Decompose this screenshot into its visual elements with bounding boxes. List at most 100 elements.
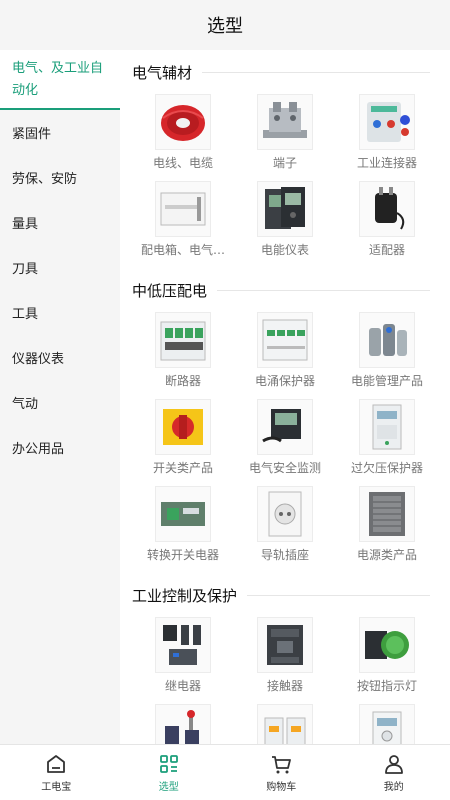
product-category-panel: 电气辅材 电线、电缆 端子 工业连接器 配电箱、电气… 电能仪表 适配器 中低压… <box>120 50 450 744</box>
section-title: 中低压配电 <box>132 281 208 300</box>
tab-label: 我的 <box>383 781 404 793</box>
tab-cart[interactable]: 购物车 <box>225 745 338 800</box>
category-surge-protector[interactable]: 电涌保护器 <box>234 312 336 399</box>
category-rail-socket[interactable]: 导轨插座 <box>234 486 336 573</box>
tab-selection[interactable]: 选型 <box>113 745 226 800</box>
category-energy-meter[interactable]: 电能仪表 <box>234 181 336 268</box>
home-icon <box>47 754 66 773</box>
tab-label: 工电宝 <box>41 781 72 793</box>
adapter-icon <box>359 181 415 237</box>
limit-switch-icon <box>155 704 211 744</box>
category-label: 电能仪表 <box>260 243 309 257</box>
sidebar-item-label: 电气、及工业自动化 <box>12 61 104 98</box>
motor-starter-icon <box>257 704 313 744</box>
category-label: 转换开关电器 <box>146 548 219 562</box>
energy-management-icon <box>359 312 415 368</box>
category-label: 断路器 <box>164 374 201 388</box>
category-adapter[interactable]: 适配器 <box>336 181 438 268</box>
contactor-icon <box>257 617 313 673</box>
category-label: 端子 <box>272 156 297 170</box>
category-label: 继电器 <box>164 679 201 693</box>
category-label: 工业连接器 <box>356 156 417 170</box>
category-label: 电气安全监测 <box>248 461 321 475</box>
section-divider <box>247 594 430 596</box>
category-industrial-connector[interactable]: 工业连接器 <box>336 94 438 181</box>
sidebar-item-pneumatics[interactable]: 气动 <box>0 380 120 425</box>
sidebar-item-tools[interactable]: 工具 <box>0 290 120 335</box>
sidebar-item-gauges[interactable]: 量具 <box>0 200 120 245</box>
category-motor-starter[interactable] <box>234 704 336 744</box>
category-limit-switch[interactable] <box>132 704 234 744</box>
top-bar: 选型 <box>0 0 450 50</box>
relay-icon <box>155 617 211 673</box>
category-label: 电涌保护器 <box>254 374 315 388</box>
switch-icon <box>155 399 211 455</box>
page-title: 选型 <box>207 16 243 37</box>
industrial-connector-icon <box>359 94 415 150</box>
section-electrical-accessories: 电气辅材 电线、电缆 端子 工业连接器 配电箱、电气… 电能仪表 适配器 <box>120 50 450 268</box>
category-switch[interactable]: 开关类产品 <box>132 399 234 486</box>
category-cable[interactable]: 电线、电缆 <box>132 94 234 181</box>
category-voltage-protector[interactable]: 过欠压保护器 <box>336 399 438 486</box>
red-cable-icon <box>155 94 211 150</box>
section-title: 电气辅材 <box>132 63 193 82</box>
category-safety-monitor[interactable]: 电气安全监测 <box>234 399 336 486</box>
push-button-icon <box>359 617 415 673</box>
category-circuit-breaker[interactable]: 断路器 <box>132 312 234 399</box>
category-energy-management[interactable]: 电能管理产品 <box>336 312 438 399</box>
tab-home[interactable]: 工电宝 <box>0 745 113 800</box>
section-title: 工业控制及保护 <box>132 586 238 605</box>
energy-meter-icon <box>257 181 313 237</box>
category-terminal[interactable]: 端子 <box>234 94 336 181</box>
timer-relay-icon <box>359 704 415 744</box>
section-header: 工业控制及保护 <box>132 573 438 617</box>
sidebar-item-cutting-tools[interactable]: 刀具 <box>0 245 120 290</box>
sidebar-item-safety[interactable]: 劳保、安防 <box>0 155 120 200</box>
category-label: 开关类产品 <box>152 461 213 475</box>
sidebar-item-electrical[interactable]: 电气、及工业自动化 <box>0 50 120 110</box>
category-sidebar: 电气、及工业自动化 紧固件 劳保、安防 量具 刀具 工具 仪器仪表 气动 办公用… <box>0 50 120 744</box>
section-header: 中低压配电 <box>132 268 438 312</box>
tab-profile[interactable]: 我的 <box>338 745 450 800</box>
grid-icon <box>159 754 178 773</box>
category-label: 过欠压保护器 <box>350 461 423 475</box>
transfer-switch-icon <box>155 486 211 542</box>
category-label: 导轨插座 <box>260 548 309 562</box>
category-transfer-switch[interactable]: 转换开关电器 <box>132 486 234 573</box>
section-divider <box>217 289 430 291</box>
category-label: 电线、电缆 <box>152 156 213 170</box>
voltage-protector-icon <box>359 399 415 455</box>
category-push-button[interactable]: 按钮指示灯 <box>336 617 438 704</box>
category-contactor[interactable]: 接触器 <box>234 617 336 704</box>
category-distribution-box[interactable]: 配电箱、电气… <box>132 181 234 268</box>
tab-label: 购物车 <box>266 781 297 793</box>
section-header: 电气辅材 <box>132 50 438 94</box>
distribution-box-icon <box>155 181 211 237</box>
safety-monitor-icon <box>257 399 313 455</box>
power-supply-icon <box>359 486 415 542</box>
app: 选型 电气、及工业自动化 紧固件 劳保、安防 量具 刀具 工具 仪器仪表 气动 … <box>0 0 450 800</box>
section-low-medium-voltage: 中低压配电 断路器 电涌保护器 电能管理产品 开关类产品 电气安全监测 过欠压保… <box>120 268 450 573</box>
terminal-block-icon <box>257 94 313 150</box>
user-icon <box>384 754 403 774</box>
cart-icon <box>272 755 292 773</box>
category-label: 电能管理产品 <box>350 374 423 388</box>
circuit-breaker-icon <box>155 312 211 368</box>
sidebar-item-office[interactable]: 办公用品 <box>0 425 120 470</box>
section-divider <box>202 71 430 73</box>
category-power-supply[interactable]: 电源类产品 <box>336 486 438 573</box>
category-label: 配电箱、电气… <box>140 243 225 257</box>
category-label: 按钮指示灯 <box>356 679 417 693</box>
category-label: 适配器 <box>368 243 405 257</box>
category-label: 接触器 <box>266 679 303 693</box>
surge-protector-icon <box>257 312 313 368</box>
bottom-tab-bar: 工电宝 选型 购物车 我的 <box>0 744 450 800</box>
sidebar-item-fasteners[interactable]: 紧固件 <box>0 110 120 155</box>
category-timer-relay[interactable] <box>336 704 438 744</box>
category-label: 电源类产品 <box>356 548 417 562</box>
section-industrial-control: 工业控制及保护 继电器 接触器 按钮指示灯 <box>120 573 450 744</box>
sidebar-item-instruments[interactable]: 仪器仪表 <box>0 335 120 380</box>
category-relay[interactable]: 继电器 <box>132 617 234 704</box>
tab-label: 选型 <box>158 781 179 793</box>
rail-socket-icon <box>257 486 313 542</box>
